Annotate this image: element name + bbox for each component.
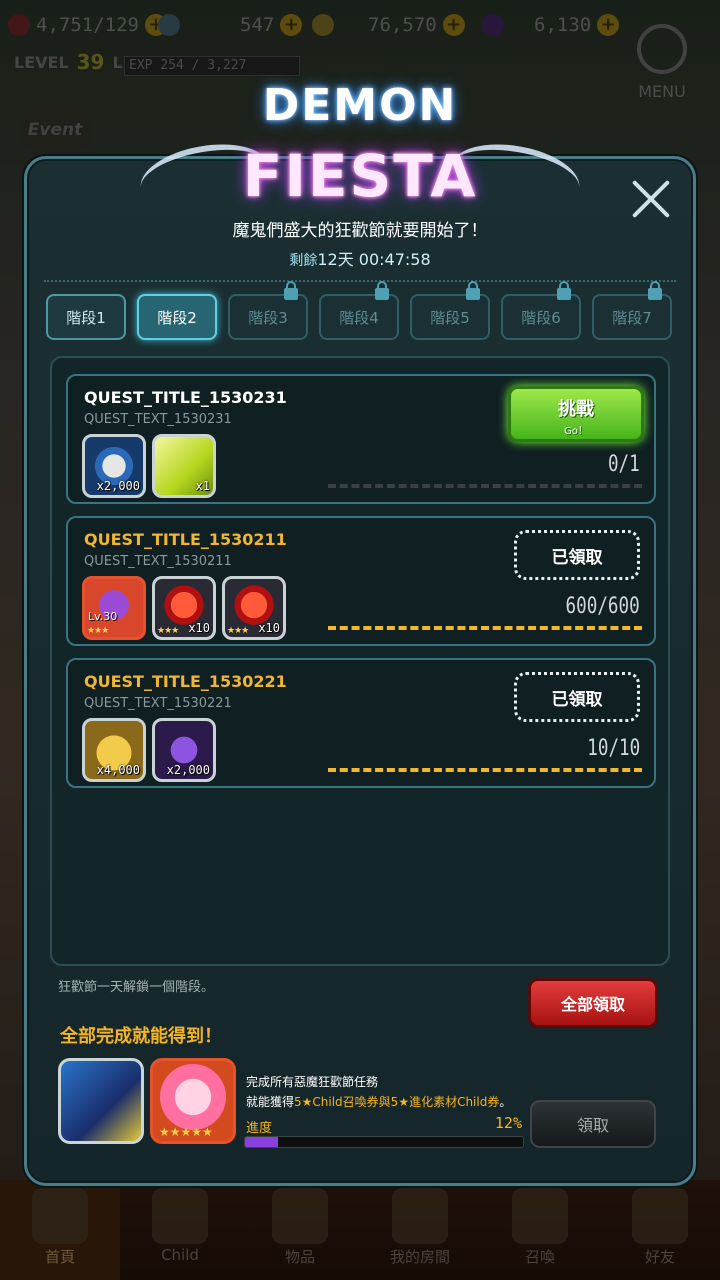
tab-stage-3[interactable]: 階段3 — [228, 281, 308, 340]
lock-icon — [648, 281, 662, 300]
quest-title: QUEST_TITLE_1530211 — [84, 530, 287, 549]
logo-line-1: DEMON — [262, 80, 458, 131]
quest-title: QUEST_TITLE_1530221 — [84, 672, 287, 691]
tab-stage-4[interactable]: 階段4 — [319, 281, 399, 340]
claim-all-button[interactable]: 全部領取 — [528, 978, 658, 1028]
reward-qty: x4,000 — [96, 763, 140, 777]
quest-text: QUEST_TEXT_1530231 — [84, 412, 232, 427]
tab-label: 階段1 — [66, 308, 106, 327]
quest-rewards: x4,000 x2,000 — [82, 718, 216, 782]
lock-icon — [375, 281, 389, 300]
tab-label: 階段2 — [157, 308, 197, 327]
tab-label: 階段5 — [430, 308, 470, 327]
quest-progress-fill — [328, 768, 642, 772]
tab-stage-2[interactable]: 階段2 — [137, 294, 217, 340]
quest-list[interactable]: QUEST_TITLE_1530231 QUEST_TEXT_1530231 x… — [50, 356, 670, 966]
dark-crystal-icon[interactable]: x2,000 — [152, 718, 216, 782]
tab-stage-6[interactable]: 階段6 — [501, 281, 581, 340]
final-reward-description: 完成所有惡魔狂歡節任務 就能獲得5★Child召喚券與5★進化素材Child券。 — [246, 1072, 511, 1112]
coin-icon[interactable]: x2,000 — [82, 434, 146, 498]
logo-line-2: FIESTA — [242, 142, 478, 210]
quest-card: QUEST_TITLE_1530231 QUEST_TEXT_1530231 x… — [66, 374, 656, 504]
quest-rewards: Lv.30 ★★★ x10 ★★★ x10 ★★★ — [82, 576, 286, 640]
final-reward-highlight: 5★Child召喚券與5★進化素材Child券 — [294, 1095, 500, 1109]
overall-progress-bar — [244, 1136, 524, 1148]
reward-qty: x1 — [195, 479, 210, 493]
final-reward-line-2: 就能獲得5★Child召喚券與5★進化素材Child券。 — [246, 1092, 511, 1112]
final-reward-text: 。 — [499, 1095, 512, 1109]
quest-progress-text: 0/1 — [608, 452, 640, 477]
quest-text: QUEST_TEXT_1530211 — [84, 554, 232, 569]
tab-label: 階段7 — [612, 308, 652, 327]
challenge-sublabel: Go！ — [564, 426, 588, 437]
divider — [44, 280, 676, 282]
event-timer: 剩餘12天 00:47:58 — [0, 246, 720, 270]
claimed-button[interactable]: 已領取 — [514, 672, 640, 722]
lock-icon — [284, 281, 298, 300]
quest-progress-fill — [328, 626, 642, 630]
evolution-material-icon[interactable]: ★★★★★ — [150, 1058, 236, 1144]
reward-qty: x2,000 — [166, 763, 210, 777]
tab-stage-7[interactable]: 階段7 — [592, 281, 672, 340]
progress-percent: 12% — [494, 1114, 522, 1132]
timer-value: 12天 00:47:58 — [317, 250, 431, 269]
quest-rewards: x2,000 x1 — [82, 434, 216, 498]
final-reward-text: 就能獲得 — [246, 1095, 295, 1109]
gold-pile-icon[interactable]: x4,000 — [82, 718, 146, 782]
ticket-icon[interactable]: x1 — [152, 434, 216, 498]
reward-stars: ★★★ — [157, 626, 179, 636]
unlock-note: 狂歡節一天解鎖一個階段。 — [58, 980, 215, 995]
reward-level: Lv.30 — [88, 610, 118, 623]
reward-qty: x2,000 — [96, 479, 140, 493]
reward-stars: ★★★ — [87, 626, 109, 636]
claimed-button[interactable]: 已領取 — [514, 530, 640, 580]
demon-fiesta-logo: DEMON FIESTA — [135, 60, 585, 219]
final-reward-line-1: 完成所有惡魔狂歡節任務 — [246, 1075, 379, 1089]
summon-ticket-icon[interactable] — [58, 1058, 144, 1144]
lock-icon — [557, 281, 571, 300]
quest-progress-text: 600/600 — [565, 594, 640, 619]
timer-prefix: 剩餘 — [289, 253, 318, 269]
challenge-button[interactable]: 挑戰 Go！ — [508, 386, 644, 442]
quest-progress-track — [328, 484, 642, 488]
red-gem-icon[interactable]: x10 ★★★ — [222, 576, 286, 640]
progress-label: 進度 — [246, 1121, 273, 1136]
challenge-label: 挑戰 — [558, 399, 594, 420]
quest-text: QUEST_TEXT_1530221 — [84, 696, 232, 711]
quest-title: QUEST_TITLE_1530231 — [84, 388, 287, 407]
quest-progress-text: 10/10 — [587, 736, 640, 761]
overall-progress-fill — [245, 1137, 279, 1147]
quest-card: QUEST_TITLE_1530221 QUEST_TEXT_1530221 x… — [66, 658, 656, 788]
monster-icon[interactable]: Lv.30 ★★★ — [82, 576, 146, 640]
reward-qty: x10 — [258, 621, 280, 635]
event-subtitle: 魔鬼們盛大的狂歡節就要開始了！ — [232, 221, 488, 241]
quest-card: QUEST_TITLE_1530211 QUEST_TEXT_1530211 L… — [66, 516, 656, 646]
tab-label: 階段6 — [521, 308, 561, 327]
tab-stage-5[interactable]: 階段5 — [410, 281, 490, 340]
red-gem-icon[interactable]: x10 ★★★ — [152, 576, 216, 640]
stage-tabs: 階段1 階段2 階段3 階段4 階段5 階段6 階段7 — [46, 281, 676, 342]
claim-final-button[interactable]: 領取 — [530, 1100, 656, 1148]
tab-label: 階段4 — [339, 308, 379, 327]
reward-qty: x10 — [188, 621, 210, 635]
reward-stars: ★★★ — [227, 626, 249, 636]
tab-stage-1[interactable]: 階段1 — [46, 294, 126, 340]
reward-stars: ★★★★★ — [159, 1125, 213, 1139]
complete-reward-title: 全部完成就能得到！ — [60, 1026, 222, 1047]
lock-icon — [466, 281, 480, 300]
tab-label: 階段3 — [248, 308, 288, 327]
